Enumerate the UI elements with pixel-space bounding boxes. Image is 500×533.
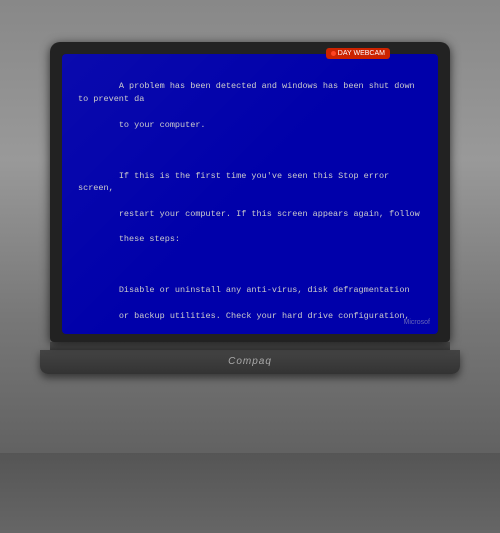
- bsod-line2: to your computer.: [119, 120, 206, 130]
- bsod-line5: restart your computer. If this screen ap…: [119, 209, 420, 219]
- webcam-indicator-dot: [331, 51, 336, 56]
- bsod-line4: If this is the first time you've seen th…: [78, 171, 394, 194]
- laptop-screen-lid: DAY WEBCAM A problem has been detected a…: [50, 42, 450, 342]
- microsoft-watermark: Microsof: [404, 319, 430, 326]
- laptop-hinge: [50, 342, 450, 350]
- webcam-badge: DAY WEBCAM: [326, 48, 390, 59]
- bsod-line6: these steps:: [119, 234, 180, 244]
- webcam-label: DAY WEBCAM: [338, 50, 385, 57]
- bsod-line9: or backup utilities. Check your hard dri…: [119, 311, 410, 321]
- bsod-line8: Disable or uninstall any anti-virus, dis…: [119, 285, 410, 295]
- bsod-text-content: A problem has been detected and windows …: [78, 68, 422, 334]
- bsod-line1: A problem has been detected and windows …: [78, 81, 420, 104]
- laptop-brand-logo: Compaq: [228, 356, 272, 367]
- laptop-base: Compaq: [40, 350, 460, 374]
- bsod-screen: A problem has been detected and windows …: [62, 54, 438, 334]
- laptop: DAY WEBCAM A problem has been detected a…: [40, 42, 460, 522]
